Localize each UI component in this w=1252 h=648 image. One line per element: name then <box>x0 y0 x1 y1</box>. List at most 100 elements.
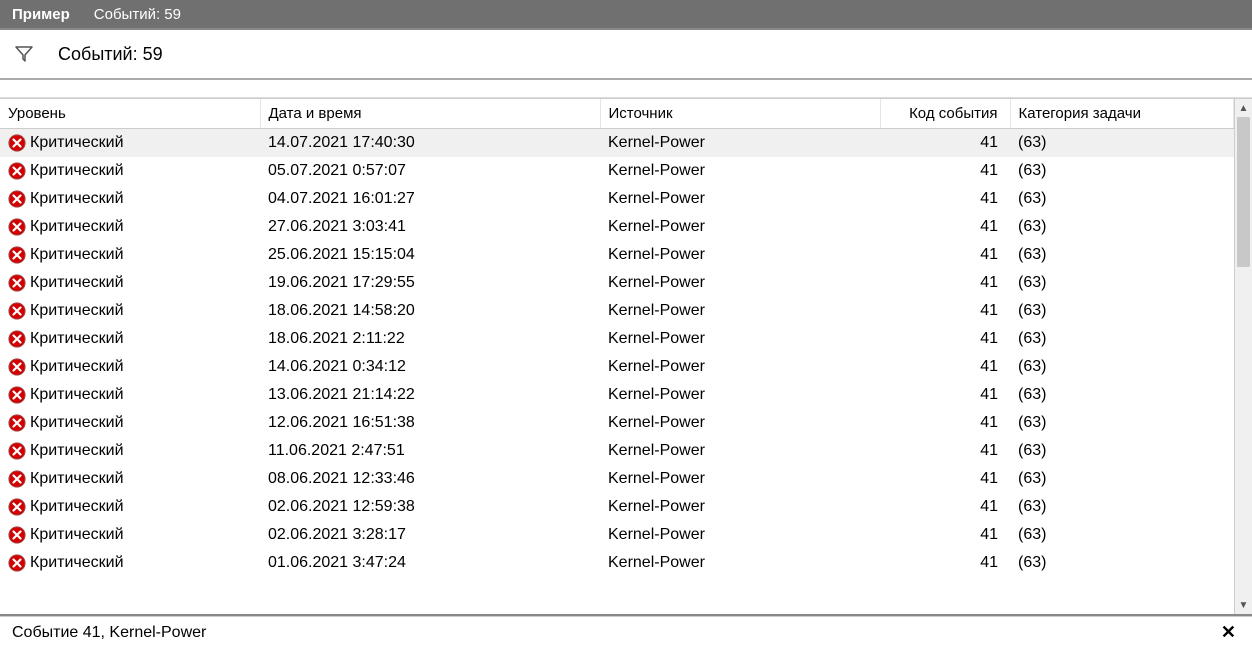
detail-pane-header: Событие 41, Kernel-Power ✕ <box>0 616 1252 648</box>
cell-category: (63) <box>1010 241 1234 269</box>
table-row[interactable]: Критический18.06.2021 14:58:20Kernel-Pow… <box>0 297 1234 325</box>
cell-code: 41 <box>880 325 1010 353</box>
title-subtitle: Событий: 59 <box>94 6 181 23</box>
cell-level: Критический <box>30 218 124 236</box>
cell-code: 41 <box>880 521 1010 549</box>
cell-category: (63) <box>1010 549 1234 577</box>
cell-source: Kernel-Power <box>600 465 880 493</box>
error-critical-icon <box>8 414 26 432</box>
error-critical-icon <box>8 358 26 376</box>
cell-code: 41 <box>880 297 1010 325</box>
error-critical-icon <box>8 442 26 460</box>
cell-level: Критический <box>30 386 124 404</box>
table-row[interactable]: Критический 19.06.2021 17:29:55Kernel-Pow… <box>0 269 1234 297</box>
cell-datetime: 08.06.2021 12:33:46 <box>260 465 600 493</box>
cell-category: (63) <box>1010 297 1234 325</box>
cell-level: Критический <box>30 358 124 376</box>
table-row[interactable]: Критический14.06.2021 0:34:12Kernel-Powe… <box>0 353 1234 381</box>
table-row[interactable]: Критический02.06.2021 3:28:17Kernel-Powe… <box>0 521 1234 549</box>
table-row[interactable]: Критический27.06.2021 3:03:41Kernel-Powe… <box>0 213 1234 241</box>
cell-level: Критический <box>30 330 124 348</box>
cell-category: (63) <box>1010 353 1234 381</box>
table-row[interactable]: Критический 04.07.2021 16:01:27Kernel-Pow… <box>0 185 1234 213</box>
cell-code: 41 <box>880 353 1010 381</box>
table-row[interactable]: Критический01.06.2021 3:47:24Kernel-Powe… <box>0 549 1234 577</box>
cell-category: (63) <box>1010 325 1234 353</box>
cell-source: Kernel-Power <box>600 129 880 157</box>
cell-category: (63) <box>1010 185 1234 213</box>
cell-category: (63) <box>1010 381 1234 409</box>
cell-datetime: 04.07.2021 16:01:27 <box>260 185 600 213</box>
col-header-category[interactable]: Категория задачи <box>1010 99 1234 129</box>
error-critical-icon <box>8 190 26 208</box>
cell-datetime: 11.06.2021 2:47:51 <box>260 437 600 465</box>
scroll-down-arrow-icon[interactable]: ▼ <box>1235 596 1252 614</box>
cell-code: 41 <box>880 157 1010 185</box>
col-header-source[interactable]: Источник <box>600 99 880 129</box>
table-row[interactable]: Критический 08.06.2021 12:33:46Kernel-Pow… <box>0 465 1234 493</box>
cell-level: Критический <box>30 470 124 488</box>
cell-source: Kernel-Power <box>600 157 880 185</box>
cell-source: Kernel-Power <box>600 241 880 269</box>
cell-category: (63) <box>1010 213 1234 241</box>
table-row[interactable]: Критический02.06.2021 12:59:38Kernel-Pow… <box>0 493 1234 521</box>
cell-level: Критический <box>30 134 124 152</box>
title-bar: Пример Событий: 59 <box>0 0 1252 28</box>
col-header-code[interactable]: Код события <box>880 99 1010 129</box>
cell-level: Критический <box>30 274 124 292</box>
table-row[interactable]: Критический12.06.2021 16:51:38Kernel-Pow… <box>0 409 1234 437</box>
error-critical-icon <box>8 330 26 348</box>
event-table-scroll: Уровень Дата и время Источник Код событи… <box>0 99 1234 614</box>
filter-count-label: Событий: 59 <box>58 44 163 65</box>
table-row[interactable]: Критический13.06.2021 21:14:22Kernel-Pow… <box>0 381 1234 409</box>
cell-source: Kernel-Power <box>600 269 880 297</box>
cell-datetime: 01.06.2021 3:47:24 <box>260 549 600 577</box>
cell-source: Kernel-Power <box>600 353 880 381</box>
table-row[interactable]: Критический11.06.2021 2:47:51Kernel-Powe… <box>0 437 1234 465</box>
event-table: Уровень Дата и время Источник Код событи… <box>0 99 1234 577</box>
cell-source: Kernel-Power <box>600 185 880 213</box>
filter-bar: Событий: 59 <box>0 28 1252 80</box>
cell-code: 41 <box>880 549 1010 577</box>
error-critical-icon <box>8 526 26 544</box>
cell-datetime: 12.06.2021 16:51:38 <box>260 409 600 437</box>
cell-datetime: 02.06.2021 12:59:38 <box>260 493 600 521</box>
table-row[interactable]: Критический14.07.2021 17:40:30Kernel-Pow… <box>0 129 1234 157</box>
error-critical-icon <box>8 470 26 488</box>
error-critical-icon <box>8 218 26 236</box>
cell-category: (63) <box>1010 409 1234 437</box>
cell-datetime: 18.06.2021 14:58:20 <box>260 297 600 325</box>
close-icon[interactable]: ✕ <box>1217 622 1240 643</box>
cell-category: (63) <box>1010 493 1234 521</box>
scroll-up-arrow-icon[interactable]: ▲ <box>1235 99 1252 117</box>
cell-code: 41 <box>880 129 1010 157</box>
cell-category: (63) <box>1010 269 1234 297</box>
error-critical-icon <box>8 134 26 152</box>
cell-datetime: 25.06.2021 15:15:04 <box>260 241 600 269</box>
cell-code: 41 <box>880 213 1010 241</box>
col-header-datetime[interactable]: Дата и время <box>260 99 600 129</box>
event-table-container: Уровень Дата и время Источник Код событи… <box>0 98 1252 616</box>
col-header-level[interactable]: Уровень <box>0 99 260 129</box>
cell-level: Критический <box>30 302 124 320</box>
cell-level: Критический <box>30 190 124 208</box>
filter-funnel-icon[interactable] <box>14 44 34 64</box>
cell-datetime: 05.07.2021 0:57:07 <box>260 157 600 185</box>
table-row[interactable]: Критический18.06.2021 2:11:22Kernel-Powe… <box>0 325 1234 353</box>
cell-code: 41 <box>880 437 1010 465</box>
cell-code: 41 <box>880 269 1010 297</box>
vertical-scrollbar[interactable]: ▲ ▼ <box>1234 99 1252 614</box>
table-row[interactable]: Критический25.06.2021 15:15:04Kernel-Pow… <box>0 241 1234 269</box>
cell-level: Критический <box>30 498 124 516</box>
cell-source: Kernel-Power <box>600 521 880 549</box>
cell-level: Критический <box>30 526 124 544</box>
cell-datetime: 19.06.2021 17:29:55 <box>260 269 600 297</box>
window-title: Пример <box>12 6 70 23</box>
cell-code: 41 <box>880 241 1010 269</box>
table-row[interactable]: Критический05.07.2021 0:57:07Kernel-Powe… <box>0 157 1234 185</box>
scrollbar-thumb[interactable] <box>1237 117 1250 267</box>
cell-datetime: 27.06.2021 3:03:41 <box>260 213 600 241</box>
cell-datetime: 13.06.2021 21:14:22 <box>260 381 600 409</box>
error-critical-icon <box>8 162 26 180</box>
cell-source: Kernel-Power <box>600 437 880 465</box>
